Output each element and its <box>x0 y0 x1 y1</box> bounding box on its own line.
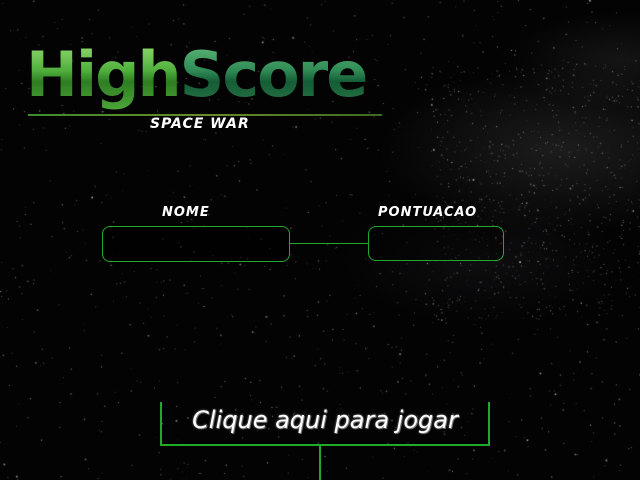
logo-title-score: Score <box>179 38 369 111</box>
name-field[interactable] <box>102 226 290 262</box>
play-button[interactable]: Clique aqui para jogar <box>160 402 490 446</box>
field-connector-line <box>290 243 368 244</box>
name-label: NOME <box>162 205 210 220</box>
game-logo: HighScore SPACE WAR <box>26 40 386 132</box>
play-button-label: Clique aqui para jogar <box>192 406 458 434</box>
score-label: PONTUACAO <box>378 205 478 220</box>
play-button-stem <box>319 446 321 480</box>
logo-title: HighScore <box>26 38 369 111</box>
high-score-screen: HighScore SPACE WAR NOME PONTUACAO Cliqu… <box>0 0 640 480</box>
score-field[interactable] <box>368 226 504 261</box>
logo-title-high: High <box>26 38 182 111</box>
game-subtitle: SPACE WAR <box>150 116 250 132</box>
